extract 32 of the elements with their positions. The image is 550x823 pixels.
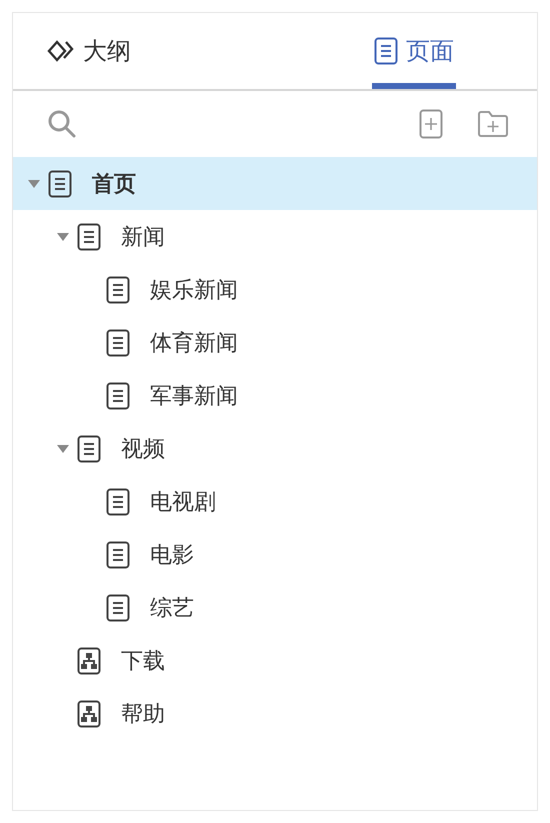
tree-item[interactable]: 下载 [13,634,537,687]
tree-item[interactable]: 军事新闻 [13,369,537,422]
add-folder-button[interactable] [477,110,509,138]
caret-icon[interactable] [56,232,68,242]
tree-item[interactable]: 娱乐新闻 [13,263,537,316]
page-icon [106,276,130,304]
sitemap-icon [77,646,101,674]
tree-item[interactable]: 电视剧 [13,475,537,528]
page-icon [106,540,130,568]
tree-item[interactable]: 电影 [13,528,537,581]
page-icon [77,222,101,250]
tree-item[interactable]: 视频 [13,422,537,475]
sitemap-icon [77,700,101,728]
caret-icon[interactable] [28,178,40,188]
tree-item[interactable]: 体育新闻 [13,316,537,369]
tab[interactable]: 大纲 [45,13,133,89]
diamonds-icon [47,40,75,62]
page-icon [106,382,130,410]
page-icon [77,434,101,462]
page-icon [106,488,130,516]
search-button[interactable] [47,109,77,139]
page-icon [106,328,130,356]
tree-item[interactable]: 新闻 [13,210,537,263]
tree-item[interactable]: 综艺 [13,581,537,634]
add-page-button[interactable] [419,109,443,139]
tab[interactable]: 页面 [372,13,456,89]
page-icon [48,170,72,198]
tree-item[interactable]: 首页 [13,157,537,210]
page-icon [106,594,130,622]
tree-item[interactable]: 帮助 [13,687,537,740]
page-icon [374,37,398,65]
caret-icon[interactable] [56,444,68,454]
